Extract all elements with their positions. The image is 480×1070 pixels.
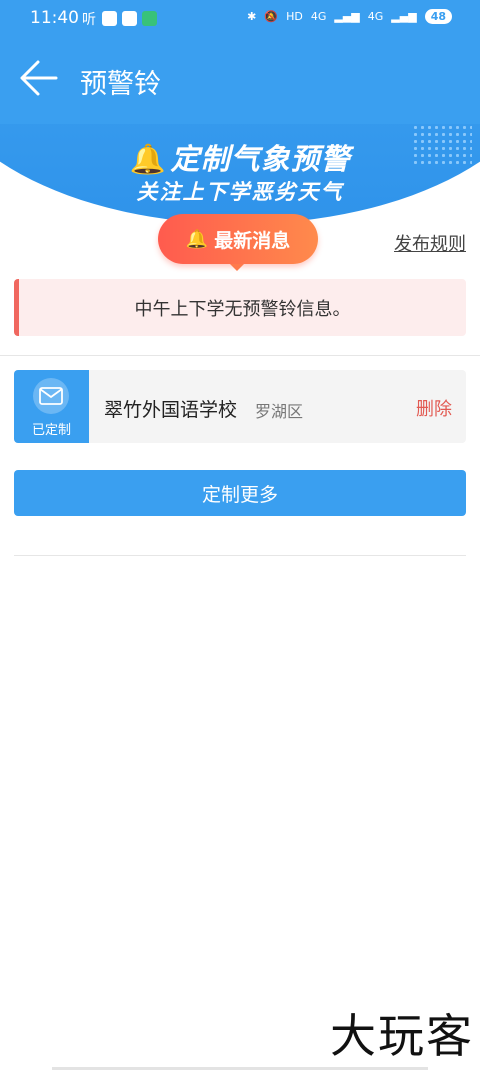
divider [14, 555, 466, 556]
battery-icon: 48 [424, 9, 452, 24]
customize-more-button[interactable]: 定制更多 [14, 470, 466, 516]
notice-text: 中午上下学无预警铃信息。 [134, 298, 351, 320]
school-name: 翠竹外国语学校 [104, 399, 238, 421]
weather-alert-banner: 🔔 定制气象预警 关注上下学恶劣天气 [0, 124, 480, 228]
publish-rules-link[interactable]: 发布规则 [394, 230, 466, 256]
subscribed-school-card: 已定制 翠竹外国语学校 罗湖区 删除 [14, 370, 466, 443]
status-bar: 11:40 听 ✱ 🔕 HD 4G ▂▄▆ 4G ▂▄▆ 48 [0, 0, 480, 38]
page-title: 预警铃 [80, 69, 161, 100]
app-bar: 预警铃 [0, 38, 480, 124]
bluetooth-icon: ✱ [247, 10, 257, 23]
back-button[interactable] [16, 56, 60, 100]
ting-app-icon: 听 [82, 12, 96, 28]
watermark-logo: 大玩客 [330, 1009, 474, 1063]
district-name: 罗湖区 [255, 402, 304, 421]
app-icon [122, 11, 137, 26]
signal-icon-2: ▂▄▆ [391, 10, 417, 23]
delete-button[interactable]: 删除 [416, 395, 452, 421]
green-app-icon [142, 11, 157, 26]
bell-outline-icon: 🔔 [185, 228, 209, 250]
divider [0, 355, 480, 356]
status-indicators: ✱ 🔕 HD 4G ▂▄▆ 4G ▂▄▆ 48 [247, 9, 452, 24]
hd-label: HD [286, 10, 303, 23]
envelope-icon [33, 378, 69, 414]
banner-title-row: 🔔 定制气象预警 [0, 136, 480, 178]
banner-subtitle: 关注上下学恶劣天气 [136, 180, 344, 204]
network-label-1: 4G [310, 10, 327, 23]
signal-icon: ▂▄▆ [334, 10, 360, 23]
mute-icon: 🔕 [264, 10, 279, 23]
banner-title: 定制气象预警 [170, 142, 351, 176]
arrow-left-icon [20, 60, 58, 96]
subscribed-label: 已定制 [31, 423, 71, 438]
bell-icon: 🔔 [129, 142, 167, 176]
subscribed-badge: 已定制 [14, 370, 89, 443]
status-time: 11:40 [30, 8, 79, 28]
latest-news-label: 最新消息 [214, 229, 291, 252]
play-app-icon [102, 11, 117, 26]
network-label-2: 4G [367, 10, 384, 23]
latest-news-tab[interactable]: 🔔 最新消息 [158, 214, 318, 271]
alert-notice: 中午上下学无预警铃信息。 [14, 279, 466, 336]
